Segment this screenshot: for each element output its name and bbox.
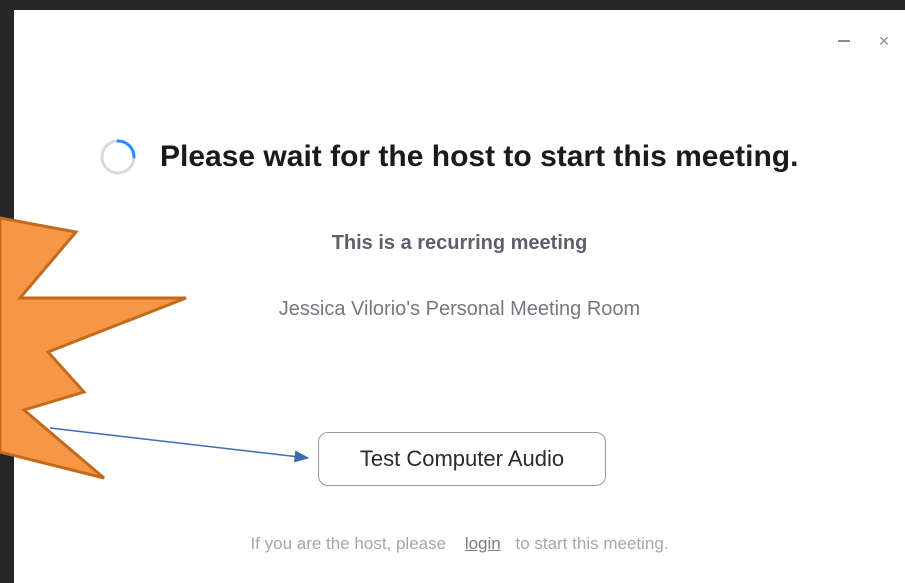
screen-frame: × Please wait for the host to start this… (0, 0, 905, 583)
minimize-button[interactable] (835, 32, 853, 50)
window-controls: × (835, 30, 893, 51)
login-link[interactable]: login (465, 534, 501, 553)
close-icon: × (878, 30, 890, 51)
host-hint-suffix: to start this meeting. (515, 534, 669, 553)
minimize-icon (838, 40, 850, 42)
close-button[interactable]: × (875, 30, 893, 51)
host-hint-prefix: If you are the host, please (250, 534, 447, 553)
meeting-room-name: Jessica Vilorio's Personal Meeting Room (278, 298, 641, 320)
host-login-hint: If you are the host, please login to sta… (14, 534, 905, 554)
page-title: Please wait for the host to start this m… (160, 140, 799, 173)
loading-spinner-icon (100, 139, 136, 175)
recurring-meeting-label: This is a recurring meeting (331, 232, 588, 254)
test-computer-audio-button[interactable]: Test Computer Audio (318, 432, 606, 486)
waiting-room-window: × Please wait for the host to start this… (14, 10, 905, 583)
